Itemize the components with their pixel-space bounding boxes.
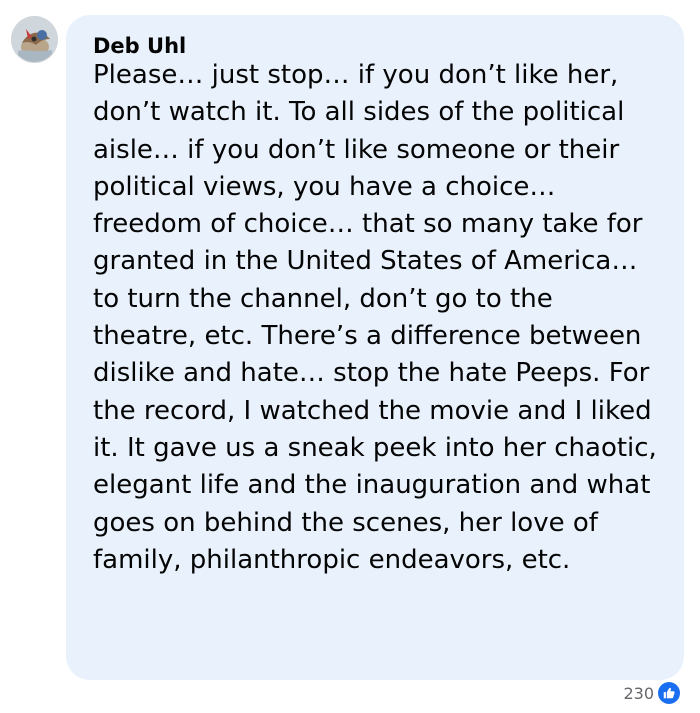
- comment-card: Deb Uhl Please… just stop… if you don’t …: [0, 0, 700, 713]
- avatar-image: [12, 17, 57, 62]
- thumbs-up-icon: [658, 682, 680, 704]
- comment-author[interactable]: Deb Uhl: [93, 33, 662, 59]
- reaction-count: 230: [623, 683, 654, 703]
- comment-bubble: Deb Uhl Please… just stop… if you don’t …: [66, 15, 684, 680]
- reaction-summary[interactable]: 230: [623, 681, 680, 705]
- avatar[interactable]: [11, 16, 58, 63]
- comment-text: Please… just stop… if you don’t like her…: [93, 60, 657, 575]
